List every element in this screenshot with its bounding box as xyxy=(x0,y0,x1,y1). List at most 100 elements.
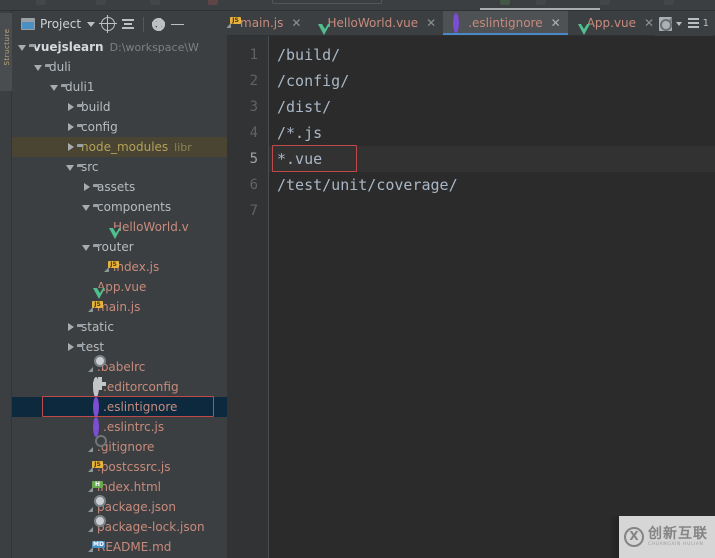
ide-window: Structure Project vuejslearnD: xyxy=(0,0,715,558)
tree-row[interactable]: JSmain.js xyxy=(12,297,227,317)
tree-item-label: package.json xyxy=(97,500,176,514)
chevron-right-icon[interactable] xyxy=(66,323,75,332)
hide-icon xyxy=(171,18,184,31)
tree-item-label: .eslintignore xyxy=(103,400,177,414)
tree-row[interactable]: Hindex.html xyxy=(12,477,227,497)
tree-row[interactable]: test xyxy=(12,337,227,357)
tree-item-label: static xyxy=(81,320,114,334)
left-tool-window-bar[interactable]: Structure xyxy=(0,11,12,558)
code-line[interactable]: *.vue xyxy=(269,146,715,172)
tree-row[interactable]: components xyxy=(12,197,227,217)
chevron-right-icon[interactable] xyxy=(66,123,75,132)
close-icon[interactable]: ✕ xyxy=(291,17,301,29)
editor-tab-mainjs[interactable]: JSmain.js✕ xyxy=(227,11,308,35)
no-arrow-spacer xyxy=(82,283,91,292)
collapse-all-button[interactable] xyxy=(118,13,138,35)
code-line[interactable]: /build/ xyxy=(269,42,715,68)
tree-row[interactable]: vuejslearnD:\workspace\W xyxy=(12,37,227,57)
tree-item-label: README.md xyxy=(97,540,171,554)
tree-row[interactable]: duli1 xyxy=(12,77,227,97)
project-file-tree[interactable]: vuejslearnD:\workspace\Wduliduli1build co… xyxy=(12,37,227,558)
tree-row[interactable]: package-lock.json xyxy=(12,517,227,537)
structure-tool-button[interactable]: Structure xyxy=(0,13,12,91)
settings-button[interactable] xyxy=(149,13,168,35)
tree-item-label: config xyxy=(81,120,118,134)
close-icon[interactable]: ✕ xyxy=(644,17,654,29)
project-tool-window: Project vuejslearnD:\workspace\Wduliduli… xyxy=(12,11,227,558)
tree-row[interactable]: JS.postcssrc.js xyxy=(12,457,227,477)
hide-panel-button[interactable] xyxy=(168,13,187,35)
tree-item-label: .editorconfig xyxy=(103,380,179,394)
chevron-right-icon[interactable] xyxy=(66,343,75,352)
editor-tab-eslintignore[interactable]: .eslintignore✕ xyxy=(443,11,567,35)
tree-item-label: router xyxy=(97,240,134,254)
line-number: 2 xyxy=(227,68,268,94)
chevron-down-icon[interactable] xyxy=(82,243,91,252)
project-view-selector[interactable]: Project xyxy=(18,13,98,35)
editor-area: JSmain.js✕HelloWorld.vue✕.eslintignore✕A… xyxy=(227,11,715,558)
tree-row[interactable]: node_moduleslibr xyxy=(12,137,227,157)
editor-tab-appvue[interactable]: App.vue✕ xyxy=(568,11,661,35)
tree-row[interactable]: src xyxy=(12,157,227,177)
tree-item-label: main.js xyxy=(97,300,140,314)
tree-row[interactable]: config xyxy=(12,117,227,137)
code-line[interactable]: /config/ xyxy=(269,68,715,94)
tree-item-label: HelloWorld.v xyxy=(113,220,189,234)
tree-row[interactable]: .editorconfig xyxy=(12,377,227,397)
tree-row[interactable]: package.json xyxy=(12,497,227,517)
project-toolbar: Project xyxy=(12,11,227,37)
code-line[interactable] xyxy=(269,198,715,224)
tree-row[interactable]: .eslintrc.js xyxy=(12,417,227,437)
collapse-all-icon xyxy=(121,17,135,31)
line-number: 1 xyxy=(227,42,268,68)
code-line[interactable]: /test/unit/coverage/ xyxy=(269,172,715,198)
tree-row[interactable]: .babelrc xyxy=(12,357,227,377)
chevron-down-icon[interactable] xyxy=(676,22,682,26)
coverage-icon[interactable] xyxy=(659,17,672,31)
list-icon[interactable] xyxy=(686,18,699,29)
eslint-file-icon xyxy=(453,16,459,30)
locate-button[interactable] xyxy=(98,13,118,35)
code-line[interactable]: /dist/ xyxy=(269,94,715,120)
toolbar-separator xyxy=(143,17,144,32)
chevron-down-icon[interactable] xyxy=(66,163,75,172)
line-number: 3 xyxy=(227,94,268,120)
close-icon[interactable]: ✕ xyxy=(426,17,436,29)
no-arrow-spacer xyxy=(98,223,107,232)
close-icon[interactable]: ✕ xyxy=(551,17,561,29)
watermark-cn-text: 创新互联 xyxy=(648,527,708,541)
tree-row[interactable]: router xyxy=(12,237,227,257)
editor-line-number-gutter: 1234567 xyxy=(227,36,268,558)
chevron-right-icon[interactable] xyxy=(82,183,91,192)
code-line[interactable]: /*.js xyxy=(269,120,715,146)
editor-tab-bar[interactable]: JSmain.js✕HelloWorld.vue✕.eslintignore✕A… xyxy=(227,11,715,36)
tree-row[interactable]: static xyxy=(12,317,227,337)
tab-overflow-count: 1 xyxy=(703,18,709,29)
chevron-down-icon[interactable] xyxy=(50,83,59,92)
chevron-down-icon[interactable] xyxy=(34,63,43,72)
project-title: Project xyxy=(40,17,81,31)
tree-row[interactable]: assets xyxy=(12,177,227,197)
tree-item-label: index.html xyxy=(97,480,161,494)
chevron-down-icon[interactable] xyxy=(82,203,91,212)
tree-row-selected[interactable]: .eslintignore xyxy=(12,397,227,417)
editor-tab-actions[interactable]: 1 xyxy=(655,11,713,36)
tree-item-label: package-lock.json xyxy=(97,520,205,534)
chevron-down-icon[interactable] xyxy=(18,43,27,52)
tree-row[interactable]: JSindex.js xyxy=(12,257,227,277)
chevron-right-icon[interactable] xyxy=(66,103,75,112)
tree-row[interactable]: HelloWorld.v xyxy=(12,217,227,237)
tree-row[interactable]: MDREADME.md xyxy=(12,537,227,557)
editor-tab-helloworldvue[interactable]: HelloWorld.vue✕ xyxy=(308,11,443,35)
tree-row[interactable]: duli xyxy=(12,57,227,77)
tree-row[interactable]: App.vue xyxy=(12,277,227,297)
line-number: 4 xyxy=(227,120,268,146)
line-number: 5 xyxy=(227,146,268,172)
tree-item-label: index.js xyxy=(113,260,159,274)
editor-code-content[interactable]: /build//config//dist//*.js*.vue/test/uni… xyxy=(268,36,715,558)
chevron-right-icon[interactable] xyxy=(66,143,75,152)
tree-row[interactable]: build xyxy=(12,97,227,117)
cx-logo-icon xyxy=(624,527,644,547)
settings-gear-icon xyxy=(152,18,165,31)
tree-row[interactable]: .gitignore xyxy=(12,437,227,457)
